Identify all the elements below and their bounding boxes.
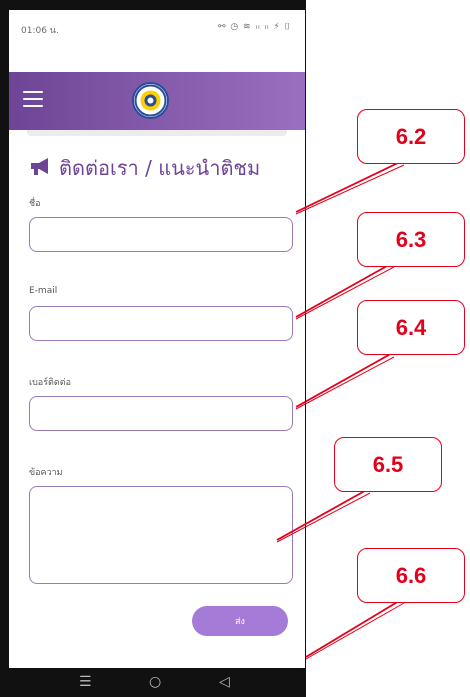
app-logo <box>132 82 169 119</box>
phone-field[interactable] <box>29 396 293 431</box>
phone-label: เบอร์ติดต่อ <box>29 378 71 388</box>
recent-apps-icon[interactable]: ☰ <box>79 674 92 690</box>
arrow-6-4 <box>295 351 395 408</box>
card-edge <box>27 130 287 136</box>
message-field[interactable] <box>29 486 293 584</box>
back-icon[interactable]: ◁ <box>219 674 230 690</box>
name-label: ชื่อ <box>29 199 41 209</box>
status-icons: ⚯ ◷ ≋ ᵢₗ ᵢₗ ⚡ ⌷ <box>217 22 291 32</box>
app-bar <box>9 72 305 130</box>
page-title: ติดต่อเรา / แนะนำติชม <box>59 156 261 180</box>
megaphone-icon <box>29 156 51 180</box>
callout-6-4: 6.4 <box>357 300 465 355</box>
menu-icon[interactable] <box>23 91 43 107</box>
page-heading: ติดต่อเรา / แนะนำติชม <box>29 153 299 183</box>
email-field[interactable] <box>29 306 293 341</box>
email-label: E-mail <box>29 286 58 296</box>
android-nav-bar: ☰ ○ ◁ <box>9 668 305 697</box>
home-icon[interactable]: ○ <box>149 674 161 690</box>
message-label: ข้อความ <box>29 468 63 478</box>
status-time: 01:06 น. <box>21 26 59 36</box>
callout-6-3: 6.3 <box>357 212 465 267</box>
name-field[interactable] <box>29 217 293 252</box>
callout-6-5: 6.5 <box>334 437 442 492</box>
send-button[interactable]: ส่ง <box>192 606 288 636</box>
callout-6-2: 6.2 <box>357 109 465 164</box>
callout-6-6: 6.6 <box>357 548 465 603</box>
arrow-6-2 <box>295 159 405 213</box>
phone-screen: 01:06 น. ⚯ ◷ ≋ ᵢₗ ᵢₗ ⚡ ⌷ ติดต่อเรา / แนะ… <box>9 10 305 668</box>
arrow-6-6 <box>305 597 405 658</box>
status-bar: 01:06 น. ⚯ ◷ ≋ ᵢₗ ᵢₗ ⚡ ⌷ <box>9 10 305 50</box>
